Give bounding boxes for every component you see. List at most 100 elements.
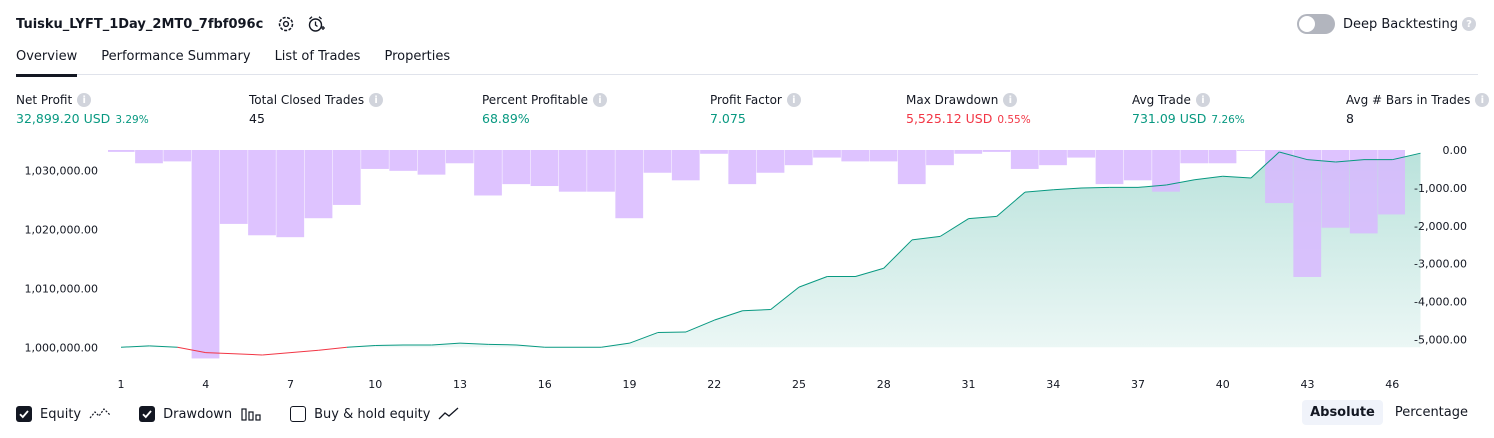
x-axis-tick-label: 31 <box>962 378 976 391</box>
drawdown-bar <box>474 150 502 196</box>
drawdown-bar <box>1067 150 1096 158</box>
metric-label: Net Profit <box>16 93 73 107</box>
metric-value: 45 <box>249 111 265 126</box>
buy-hold-legend-label: Buy & hold equity <box>314 406 431 422</box>
info-icon[interactable]: i <box>369 93 384 107</box>
buy-hold-legend-item[interactable]: Buy & hold equity <box>290 406 460 422</box>
drawdown-bar <box>304 150 333 219</box>
deep-backtesting-label: Deep Backtesting <box>1342 16 1458 32</box>
drawdown-bar <box>361 150 389 169</box>
left-axis-tick-label: 1,000,000.00 <box>25 341 98 354</box>
metric-percent: 0.55% <box>997 114 1031 126</box>
buy-hold-checkbox[interactable] <box>290 406 307 422</box>
drawdown-bar <box>841 150 870 162</box>
x-axis-tick-label: 16 <box>538 378 552 391</box>
drawdown-bar <box>587 150 615 192</box>
drawdown-bar <box>1180 150 1209 164</box>
metric-label: Profit Factor <box>710 93 782 107</box>
drawdown-bar <box>728 150 757 185</box>
metric-percent-profitable: Percent Profitable i 68.89% <box>482 93 607 126</box>
drawdown-bar <box>445 150 474 164</box>
equity-line-segment <box>1081 186 1110 189</box>
metric-value: 32,899.20 USD <box>16 111 111 126</box>
drawdown-bar <box>502 150 531 185</box>
info-icon[interactable]: i <box>592 93 607 107</box>
metric-value: 7.075 <box>710 111 746 126</box>
drawdown-bar <box>813 150 841 158</box>
x-axis-tick-label: 10 <box>368 378 382 391</box>
drawdown-bar <box>1208 150 1237 164</box>
absolute-mode-button[interactable]: Absolute <box>1302 400 1383 425</box>
info-icon[interactable]: i <box>77 93 92 107</box>
equity-line-segment <box>318 346 348 351</box>
metric-label: Avg Trade <box>1132 93 1191 107</box>
metric-label: Avg # Bars in Trades <box>1346 93 1471 107</box>
equity-checkbox[interactable] <box>16 406 32 422</box>
right-axis-tick-label: -5,000.00 <box>1414 334 1467 347</box>
info-icon[interactable]: i <box>1195 93 1210 107</box>
drawdown-bar <box>389 150 418 171</box>
equity-legend-item[interactable]: Equity <box>16 406 111 422</box>
drawdown-checkbox[interactable] <box>139 406 156 422</box>
info-icon[interactable]: i <box>1003 93 1018 107</box>
right-axis-tick-label: -4,000.00 <box>1414 296 1467 309</box>
drawdown-bar <box>700 150 728 154</box>
equity-drawdown-chart: 1,030,000.00 1,020,000.00 1,010,000.00 1,00… <box>25 144 1467 391</box>
equity-line-segment <box>375 344 404 347</box>
drawdown-legend-item[interactable]: Drawdown <box>139 406 262 422</box>
drawdown-bar <box>417 150 446 175</box>
x-axis-tick-label: 19 <box>623 378 637 391</box>
drawdown-bar <box>332 150 361 205</box>
drawdown-bar <box>219 150 248 224</box>
tab-overview[interactable]: Overview <box>16 44 78 77</box>
x-axis-tick-label: 4 <box>202 378 209 391</box>
drawdown-bar <box>248 150 276 236</box>
tab-list-of-trades[interactable]: List of Trades <box>275 44 361 74</box>
alarm-add-icon[interactable] <box>305 13 327 35</box>
equity-line-segment <box>290 349 319 354</box>
drawdown-bar <box>530 150 559 187</box>
settings-icon[interactable] <box>275 13 297 35</box>
metrics-row: Net Profit i 32,899.20 USD 3.29% Total Clo… <box>16 93 1490 133</box>
metric-percent: 3.29% <box>115 114 149 126</box>
tab-performance-summary[interactable]: Performance Summary <box>101 44 250 74</box>
drawdown-bar <box>1293 150 1322 277</box>
right-axis-tick-label: -2,000.00 <box>1414 220 1467 233</box>
tab-properties[interactable]: Properties <box>384 44 450 74</box>
drawdown-bar <box>276 150 305 238</box>
metric-profit-factor: Profit Factor i 7.075 <box>710 93 801 126</box>
x-axis-tick-label: 46 <box>1385 378 1399 391</box>
drawdown-bar <box>643 150 672 173</box>
drawdown-bar <box>784 150 813 166</box>
help-icon[interactable]: ? <box>1462 17 1476 31</box>
buy-hold-line-icon <box>438 406 460 422</box>
drawdown-bar <box>1265 150 1293 204</box>
left-axis-tick-label: 1,010,000.00 <box>25 282 98 295</box>
drawdown-bar <box>163 150 192 162</box>
x-axis-tick-label: 43 <box>1301 378 1315 391</box>
drawdown-bar <box>558 150 587 192</box>
deep-backtesting-toggle[interactable] <box>1296 14 1335 34</box>
x-axis-tick-label: 22 <box>707 378 721 391</box>
drawdown-bar <box>615 150 644 219</box>
equity-line-segment <box>233 353 263 356</box>
equity-legend-label: Equity <box>40 406 82 422</box>
drawdown-bar <box>982 150 1011 152</box>
percentage-mode-button[interactable]: Percentage <box>1387 400 1476 425</box>
x-axis-tick-label: 25 <box>792 378 806 391</box>
drawdown-bar <box>756 150 785 173</box>
drawdown-bar <box>191 150 220 359</box>
info-icon[interactable]: i <box>1475 93 1490 107</box>
deep-backtesting-control: Deep Backtesting ? <box>1296 12 1476 36</box>
equity-line-segment <box>657 331 687 334</box>
drawdown-bar <box>954 150 983 154</box>
info-icon[interactable]: i <box>786 93 801 107</box>
tab-bar: Overview Performance Summary List of Tra… <box>16 44 1478 77</box>
metric-value: 5,525.12 USD <box>906 111 993 126</box>
drawdown-bar <box>1010 150 1039 169</box>
drawdown-bar <box>1236 150 1265 151</box>
metric-net-profit: Net Profit i 32,899.20 USD 3.29% <box>16 93 149 126</box>
drawdown-bar <box>897 150 926 185</box>
equity-line-segment <box>262 352 291 356</box>
metric-total-closed-trades: Total Closed Trades i 45 <box>249 93 384 126</box>
